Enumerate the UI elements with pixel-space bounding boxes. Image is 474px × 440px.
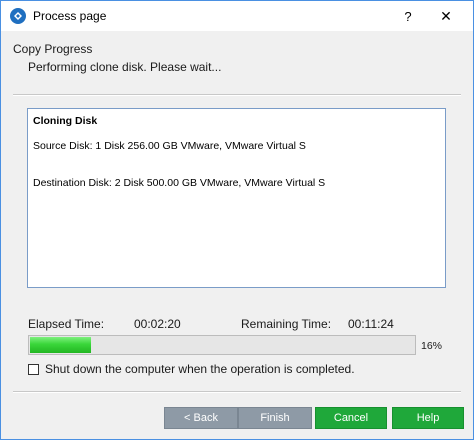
progress-percent: 16%	[421, 340, 443, 352]
destination-disk-line: Destination Disk: 2 Disk 500.00 GB VMwar…	[33, 177, 326, 189]
progress-bar	[28, 335, 416, 355]
elapsed-time-value: 00:02:20	[134, 317, 181, 331]
process-dialog: Process page ? ✕ Copy Progress Performin…	[0, 0, 474, 440]
shutdown-checkbox[interactable]	[28, 363, 39, 375]
back-button[interactable]: < Back	[164, 407, 238, 429]
elapsed-time-label: Elapsed Time:	[28, 317, 105, 331]
help-button[interactable]: Help	[392, 407, 464, 429]
section-subtitle: Performing clone disk. Please wait...	[28, 60, 222, 74]
cancel-button[interactable]: Cancel	[315, 407, 387, 429]
log-title: Cloning Disk	[33, 115, 98, 127]
help-question-icon[interactable]: ?	[393, 5, 423, 27]
section-title: Copy Progress	[13, 42, 93, 56]
progress-bar-fill	[30, 337, 91, 353]
remaining-time-value: 00:11:24	[348, 317, 394, 331]
app-logo-icon	[10, 8, 26, 24]
window-title: Process page	[33, 9, 107, 23]
close-icon[interactable]: ✕	[431, 5, 461, 27]
title-bar[interactable]: Process page ? ✕	[1, 1, 473, 31]
header-area: Copy Progress Performing clone disk. Ple…	[1, 31, 473, 93]
remaining-time-label: Remaining Time:	[241, 317, 332, 331]
divider-top	[13, 94, 461, 96]
source-disk-line: Source Disk: 1 Disk 256.00 GB VMware, VM…	[33, 140, 306, 152]
operation-log-box[interactable]: Cloning Disk Source Disk: 1 Disk 256.00 …	[27, 108, 446, 288]
shutdown-option[interactable]: Shut down the computer when the operatio…	[28, 361, 355, 377]
finish-button[interactable]: Finish	[238, 407, 312, 429]
shutdown-label[interactable]: Shut down the computer when the operatio…	[45, 362, 355, 376]
divider-bottom	[13, 391, 461, 393]
